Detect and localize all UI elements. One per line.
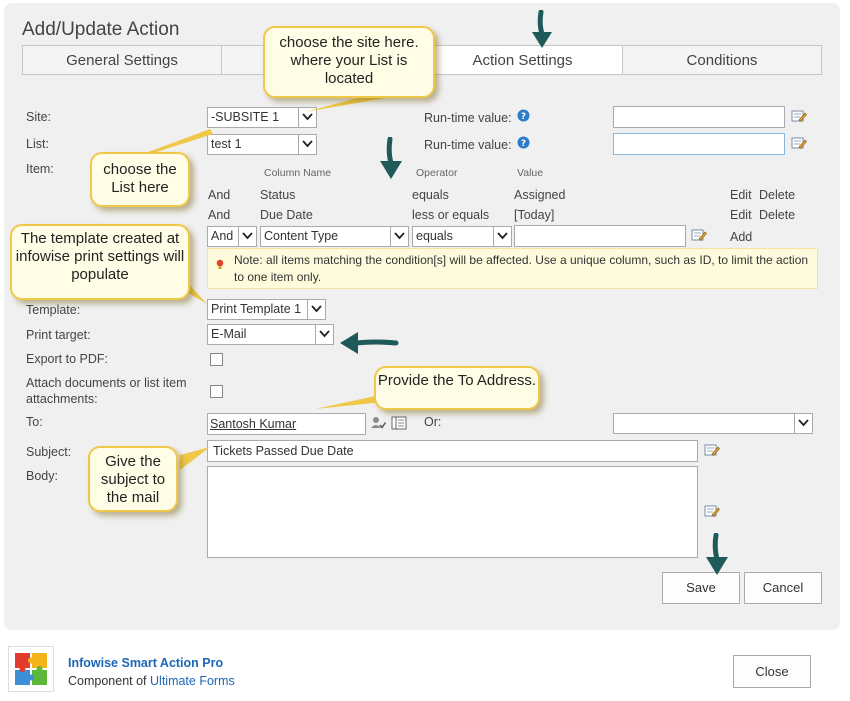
subject-callout-pointer [180,447,210,470]
subject-callout: Give the subject to the mail [88,446,178,512]
arrow-down-icon [532,10,552,48]
arrow-down-icon [706,533,728,575]
template-callout: The template created at infowise print s… [10,224,190,300]
list-callout: choose the List here [90,152,190,207]
callout-connectors [100,88,403,470]
site-callout: choose the site here. where your List is… [263,26,435,98]
arrow-down-icon [380,137,402,179]
arrow-left-icon [340,332,399,354]
to-callout: Provide the To Address. [374,366,540,410]
